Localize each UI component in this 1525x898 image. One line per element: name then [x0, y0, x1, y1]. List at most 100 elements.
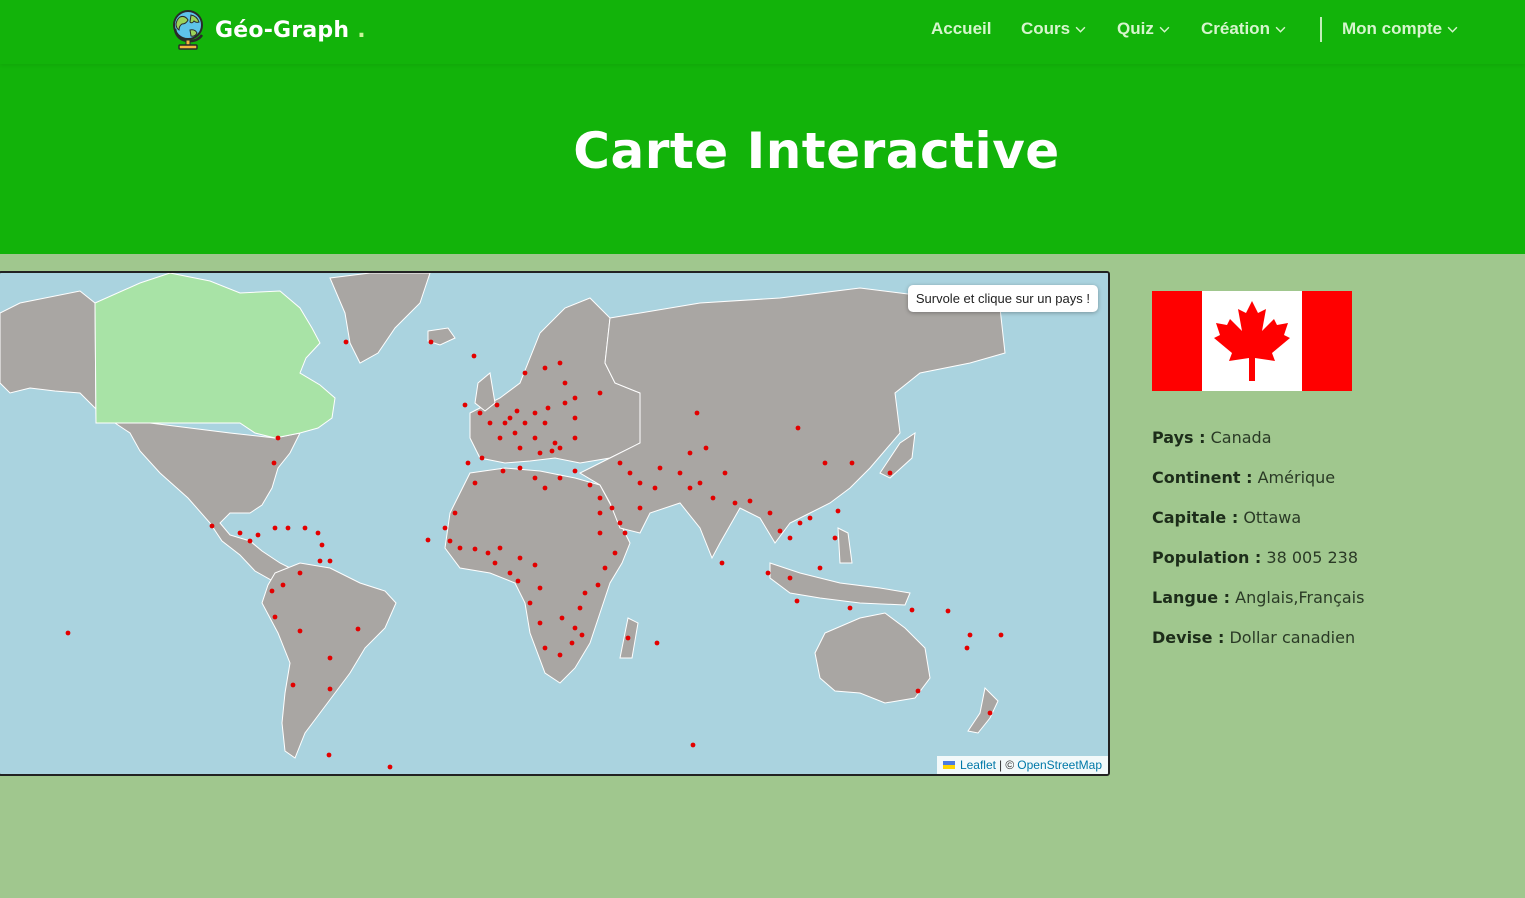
capital-marker[interactable]: [532, 562, 538, 568]
capital-marker[interactable]: [612, 550, 618, 556]
capital-marker[interactable]: [787, 575, 793, 581]
capital-marker[interactable]: [272, 525, 278, 531]
nav-cours[interactable]: Cours: [1021, 19, 1086, 39]
capital-marker[interactable]: [457, 545, 463, 551]
capital-marker[interactable]: [572, 625, 578, 631]
capital-marker[interactable]: [887, 470, 893, 476]
capital-marker[interactable]: [572, 468, 578, 474]
capital-marker[interactable]: [622, 530, 628, 536]
capital-marker[interactable]: [562, 400, 568, 406]
capital-marker[interactable]: [637, 480, 643, 486]
capital-marker[interactable]: [557, 445, 563, 451]
capital-marker[interactable]: [442, 525, 448, 531]
capital-marker[interactable]: [835, 508, 841, 514]
capital-marker[interactable]: [765, 570, 771, 576]
capital-marker[interactable]: [597, 390, 603, 396]
capital-marker[interactable]: [542, 645, 548, 651]
capital-marker[interactable]: [247, 538, 253, 544]
capital-marker[interactable]: [255, 532, 261, 538]
capital-marker[interactable]: [542, 485, 548, 491]
capital-marker[interactable]: [545, 405, 551, 411]
capital-marker[interactable]: [209, 523, 215, 529]
capital-marker[interactable]: [732, 500, 738, 506]
capital-marker[interactable]: [627, 470, 633, 476]
capital-marker[interactable]: [909, 607, 915, 613]
capital-marker[interactable]: [847, 605, 853, 611]
capital-marker[interactable]: [602, 565, 608, 571]
capital-marker[interactable]: [327, 558, 333, 564]
capital-marker[interactable]: [471, 353, 477, 359]
capital-marker[interactable]: [447, 538, 453, 544]
capital-marker[interactable]: [964, 645, 970, 651]
capital-marker[interactable]: [559, 615, 565, 621]
capital-marker[interactable]: [787, 535, 793, 541]
capital-marker[interactable]: [817, 565, 823, 571]
capital-marker[interactable]: [542, 420, 548, 426]
capital-marker[interactable]: [317, 558, 323, 564]
leaflet-link[interactable]: Leaflet: [960, 758, 996, 772]
capital-marker[interactable]: [527, 600, 533, 606]
capital-marker[interactable]: [319, 542, 325, 548]
capital-marker[interactable]: [302, 525, 308, 531]
nav-accueil[interactable]: Accueil: [931, 19, 991, 39]
capital-marker[interactable]: [532, 435, 538, 441]
capital-marker[interactable]: [795, 425, 801, 431]
capital-marker[interactable]: [472, 546, 478, 552]
capital-marker[interactable]: [297, 570, 303, 576]
capital-marker[interactable]: [517, 465, 523, 471]
capital-marker[interactable]: [582, 590, 588, 596]
capital-marker[interactable]: [797, 520, 803, 526]
capital-marker[interactable]: [967, 632, 973, 638]
capital-marker[interactable]: [637, 505, 643, 511]
capital-marker[interactable]: [515, 578, 521, 584]
capital-marker[interactable]: [327, 686, 333, 692]
capital-marker[interactable]: [537, 620, 543, 626]
capital-marker[interactable]: [237, 530, 243, 536]
capital-marker[interactable]: [998, 632, 1004, 638]
capital-marker[interactable]: [572, 415, 578, 421]
capital-marker[interactable]: [617, 460, 623, 466]
capital-marker[interactable]: [462, 402, 468, 408]
capital-marker[interactable]: [694, 410, 700, 416]
capital-marker[interactable]: [479, 455, 485, 461]
capital-marker[interactable]: [512, 430, 518, 436]
capital-marker[interactable]: [657, 465, 663, 471]
capital-marker[interactable]: [387, 764, 393, 770]
capital-marker[interactable]: [497, 545, 503, 551]
capital-marker[interactable]: [522, 420, 528, 426]
capital-marker[interactable]: [492, 560, 498, 566]
capital-marker[interactable]: [652, 485, 658, 491]
capital-marker[interactable]: [494, 402, 500, 408]
capital-marker[interactable]: [767, 510, 773, 516]
capital-marker[interactable]: [687, 485, 693, 491]
nav-mon-compte[interactable]: Mon compte: [1342, 19, 1458, 39]
capital-marker[interactable]: [65, 630, 71, 636]
capital-marker[interactable]: [777, 528, 783, 534]
capital-marker[interactable]: [275, 435, 281, 441]
capital-marker[interactable]: [703, 445, 709, 451]
capital-marker[interactable]: [487, 420, 493, 426]
capital-marker[interactable]: [532, 475, 538, 481]
capital-marker[interactable]: [690, 742, 696, 748]
nav-quiz[interactable]: Quiz: [1117, 19, 1170, 39]
capital-marker[interactable]: [807, 515, 813, 521]
capital-marker[interactable]: [609, 505, 615, 511]
capital-marker[interactable]: [280, 582, 286, 588]
capital-marker[interactable]: [452, 510, 458, 516]
capital-marker[interactable]: [497, 435, 503, 441]
capital-marker[interactable]: [502, 420, 508, 426]
openstreetmap-link[interactable]: OpenStreetMap: [1017, 758, 1102, 772]
capital-marker[interactable]: [507, 570, 513, 576]
capital-marker[interactable]: [532, 410, 538, 416]
capital-marker[interactable]: [597, 530, 603, 536]
capital-marker[interactable]: [522, 370, 528, 376]
capital-marker[interactable]: [500, 468, 506, 474]
capital-marker[interactable]: [569, 640, 575, 646]
capital-marker[interactable]: [557, 360, 563, 366]
capital-marker[interactable]: [572, 435, 578, 441]
capital-marker[interactable]: [794, 598, 800, 604]
capital-marker[interactable]: [687, 450, 693, 456]
nav-creation[interactable]: Création: [1201, 19, 1286, 39]
capital-marker[interactable]: [428, 339, 434, 345]
capital-marker[interactable]: [549, 448, 555, 454]
